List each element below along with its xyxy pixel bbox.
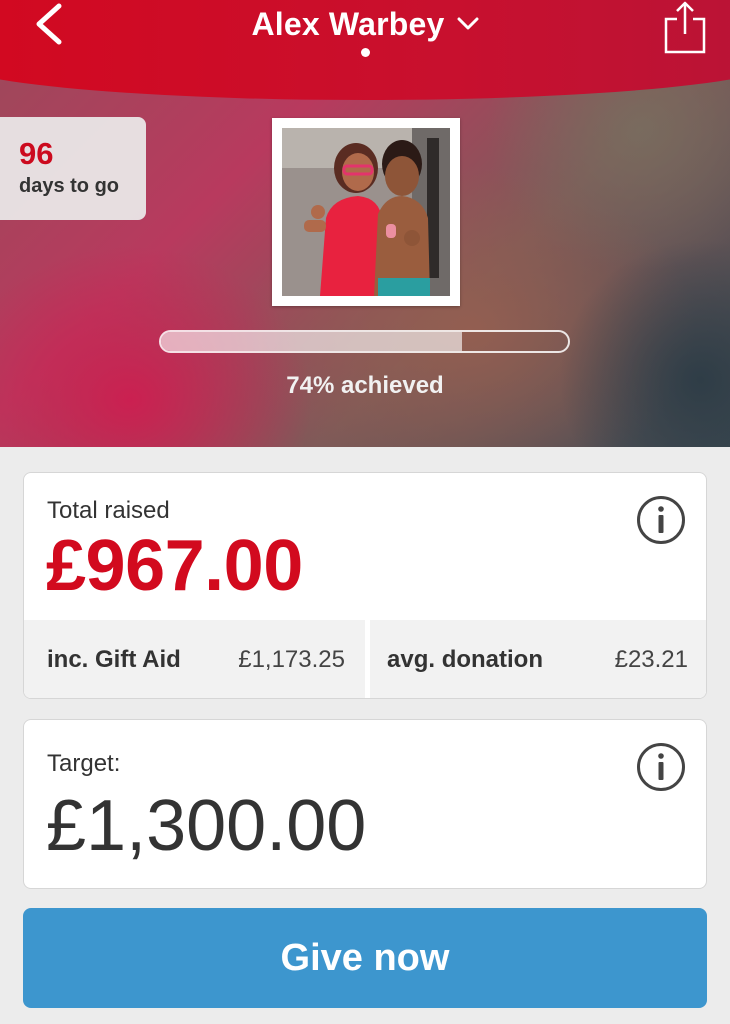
gift-aid-label: inc. Gift Aid [47, 646, 181, 673]
avg-donation-label: avg. donation [387, 646, 543, 673]
total-raised-card: Total raised £967.00 inc. Gift Aid £1,17… [23, 472, 707, 699]
hero-banner: Alex Warbey 96 days to go 74% achieved [0, 0, 730, 447]
progress-fill [161, 332, 463, 351]
days-count: 96 [19, 136, 54, 171]
total-info-button[interactable] [636, 495, 686, 545]
days-to-go-badge: 96 days to go [0, 117, 146, 220]
avg-donation-value: £23.21 [614, 646, 688, 673]
target-info-button[interactable] [636, 742, 686, 792]
gift-aid-value: £1,173.25 [238, 646, 345, 673]
title-area: Alex Warbey [0, 0, 730, 48]
total-raised-amount: £967.00 [46, 526, 303, 606]
achieved-label: 74% achieved [286, 372, 444, 399]
chevron-down-icon [457, 17, 479, 30]
target-card: Target: £1,300.00 [23, 719, 707, 889]
profile-photo [282, 128, 450, 296]
page-title: Alex Warbey [251, 5, 445, 42]
stats-row: inc. Gift Aid £1,173.25 avg. donation £2… [24, 620, 706, 698]
target-amount: £1,300.00 [46, 786, 367, 866]
target-label: Target: [47, 750, 121, 777]
gift-aid-stat: inc. Gift Aid £1,173.25 [24, 620, 365, 698]
share-icon [664, 1, 706, 54]
info-icon [637, 743, 685, 791]
page-indicator-dot [361, 48, 370, 57]
fundraiser-switcher[interactable]: Alex Warbey [251, 5, 479, 43]
profile-photo-frame [272, 118, 460, 306]
total-raised-label: Total raised [47, 497, 170, 524]
avg-donation-stat: avg. donation £23.21 [370, 620, 706, 698]
info-icon [637, 496, 685, 544]
progress-bar [159, 330, 570, 353]
days-label: days to go [19, 175, 120, 197]
share-button[interactable] [660, 0, 710, 56]
profile-photo-image [282, 128, 450, 296]
give-now-button[interactable]: Give now [23, 908, 707, 1008]
